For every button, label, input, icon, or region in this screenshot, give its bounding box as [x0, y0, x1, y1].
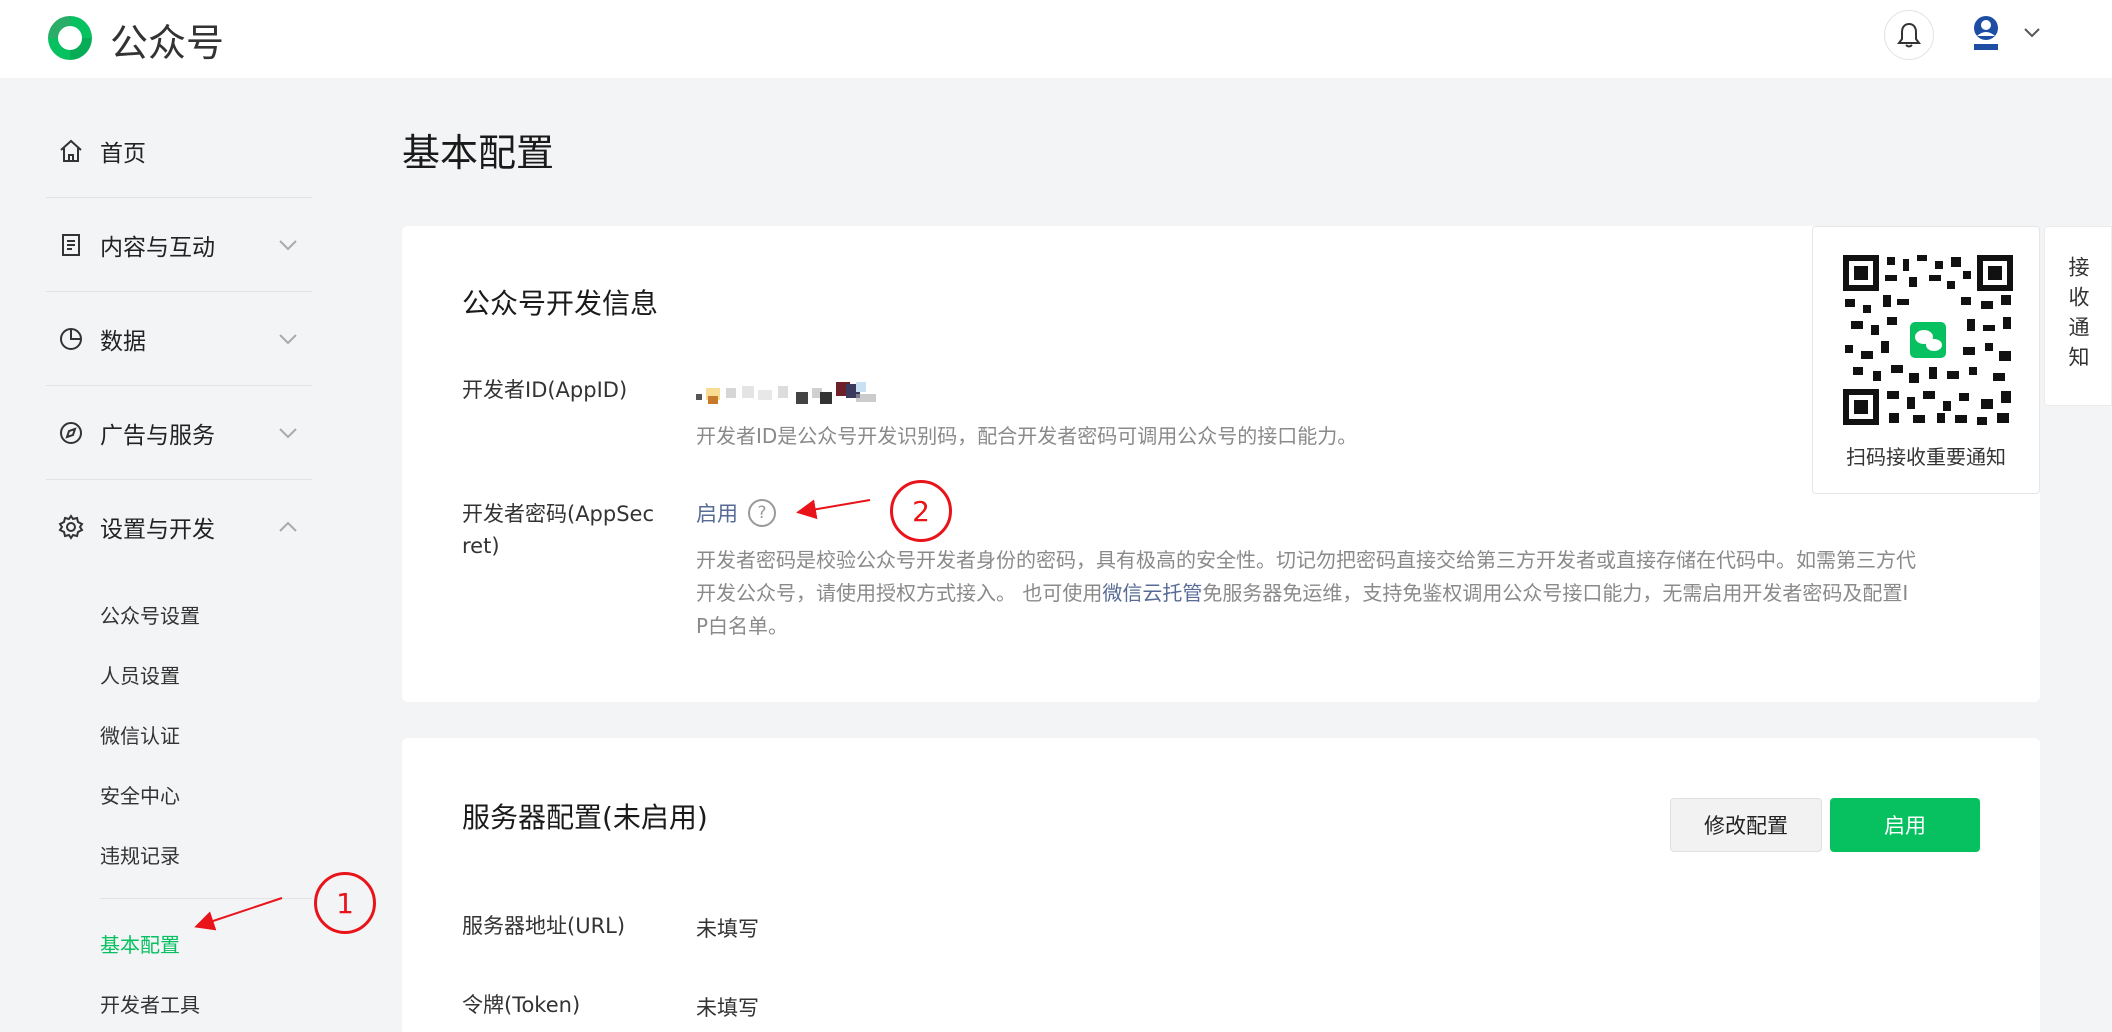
compass-icon	[60, 421, 82, 444]
appsecret-label-line1: 开发者密码(AppSec	[462, 502, 655, 526]
sidebar-item-label: 广告与服务	[100, 422, 215, 449]
chevron-down-icon	[279, 333, 297, 344]
appsecret-description: 开发者密码是校验公众号开发者身份的密码，具有极高的安全性。切记勿把密码直接交给第…	[696, 544, 1976, 643]
server-url-label: 服务器地址(URL)	[462, 914, 626, 938]
appsecret-desc-line1: 开发者密码是校验公众号开发者身份的密码，具有极高的安全性。切记勿把密码直接交给第…	[696, 548, 1916, 572]
sidebar-subitem-violations[interactable]: 违规记录	[46, 824, 312, 884]
annotation-circle-2: 2	[890, 480, 952, 542]
sidebar-item-label: 首页	[100, 140, 146, 167]
chevron-down-icon	[279, 427, 297, 438]
settings-submenu: 公众号设置 人员设置 微信认证 安全中心 违规记录 基本配置 开发者工具	[46, 574, 312, 1032]
sidebar-item-home[interactable]: 首页	[46, 104, 312, 198]
server-config-card: 服务器配置(未启用) 修改配置 启用 服务器地址(URL) 未填写 令牌(Tok…	[402, 738, 2040, 1032]
notification-button[interactable]	[1884, 10, 1934, 60]
chevron-down-icon	[279, 239, 297, 250]
server-url-value: 未填写	[696, 917, 759, 941]
card-title: 公众号开发信息	[462, 287, 659, 320]
wechat-official-logo[interactable]	[42, 10, 98, 66]
desc-text: 开发公众号，请使用授权方式接入。 也可使用	[696, 581, 1103, 605]
sidebar-item-settings[interactable]: 设置与开发	[46, 480, 312, 574]
appid-value-redacted	[696, 382, 876, 404]
avatar[interactable]	[1968, 14, 2004, 54]
bell-icon	[1897, 22, 1921, 48]
sidebar-subitem-account-settings[interactable]: 公众号设置	[46, 584, 312, 644]
appsecret-desc-line2: 开发公众号，请使用授权方式接入。 也可使用微信云托管免服务器免运维，支持免鉴权调…	[696, 577, 1976, 610]
appsecret-desc-line3: P白名单。	[696, 614, 789, 638]
token-value: 未填写	[696, 996, 759, 1020]
page-title: 基本配置	[402, 131, 555, 175]
chart-pie-icon	[60, 327, 82, 350]
sidebar-item-ads[interactable]: 广告与服务	[46, 386, 312, 480]
token-label: 令牌(Token)	[462, 993, 581, 1017]
desc-text: 免服务器免运维，支持免鉴权调用公众号接口能力，无需启用开发者密码及配置I	[1202, 581, 1909, 605]
sidebar-item-content[interactable]: 内容与互动	[46, 198, 312, 292]
sidebar-item-label: 设置与开发	[100, 517, 215, 543]
document-icon	[62, 233, 80, 256]
sidebar-item-label: 数据	[100, 328, 146, 355]
sidebar-subitem-security[interactable]: 安全中心	[46, 764, 312, 824]
receive-notice-label: 接收通知	[2066, 256, 2090, 376]
dev-info-card: 公众号开发信息 开发者ID(AppID) 开发者ID是公众号开发识别码，配合开发…	[402, 226, 2040, 702]
qr-code	[1843, 255, 2013, 425]
appid-description: 开发者ID是公众号开发识别码，配合开发者密码可调用公众号的接口能力。	[696, 424, 1358, 448]
sidebar-subitem-basic-config[interactable]: 基本配置	[46, 913, 312, 973]
top-bar: 公众号	[0, 0, 2112, 78]
sidebar-item-label: 内容与互动	[100, 234, 215, 261]
enable-server-button[interactable]: 启用	[1830, 798, 1980, 852]
gear-icon	[58, 514, 84, 540]
annotation-circle-1: 1	[314, 872, 376, 934]
wechat-cloudrun-link[interactable]: 微信云托管	[1102, 581, 1202, 605]
card-title: 服务器配置(未启用)	[462, 801, 708, 834]
appid-label: 开发者ID(AppID)	[462, 378, 628, 402]
sidebar-subitem-personnel[interactable]: 人员设置	[46, 644, 312, 704]
modify-config-button[interactable]: 修改配置	[1670, 798, 1822, 852]
divider	[100, 898, 312, 899]
brand-name: 公众号	[110, 21, 225, 65]
appsecret-enable-link[interactable]: 启用	[696, 498, 738, 528]
receive-notice-tab[interactable]: 接收通知	[2044, 226, 2112, 406]
home-icon	[60, 139, 82, 162]
sidebar-subitem-dev-tools[interactable]: 开发者工具	[46, 973, 312, 1032]
sidebar: 首页 内容与互动 数据 广告与服务 设置与开发 公众号设置 人员设置 微信认证 …	[46, 104, 312, 1032]
qr-caption: 扫码接收重要通知	[1846, 445, 2006, 469]
chevron-down-icon[interactable]	[2022, 26, 2042, 40]
sidebar-subitem-verification[interactable]: 微信认证	[46, 704, 312, 764]
appsecret-label-line2: ret)	[462, 534, 500, 558]
qr-notice-panel: 扫码接收重要通知	[1812, 226, 2040, 494]
appsecret-label: 开发者密码(AppSec ret)	[462, 498, 654, 562]
help-icon[interactable]: ?	[748, 499, 776, 527]
sidebar-item-data[interactable]: 数据	[46, 292, 312, 386]
chevron-up-icon	[279, 521, 297, 532]
